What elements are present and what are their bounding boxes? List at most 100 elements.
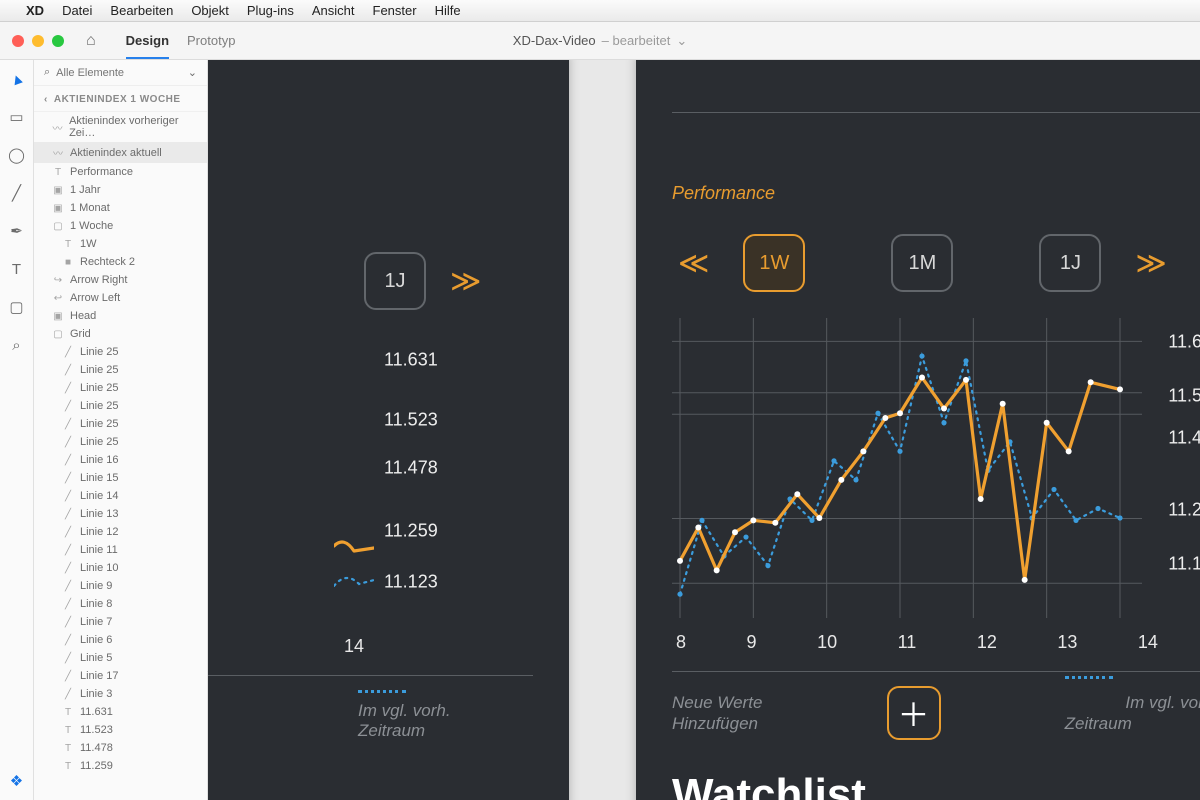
layer-item[interactable]: ╱Linie 25 bbox=[34, 343, 207, 361]
layer-item[interactable]: T11.523 bbox=[34, 721, 207, 739]
layer-item[interactable]: ╱Linie 14 bbox=[34, 487, 207, 505]
layer-item[interactable]: ╱Linie 6 bbox=[34, 631, 207, 649]
xtick: 14 bbox=[344, 636, 533, 657]
layer-item[interactable]: 〰Aktienindex vorheriger Zei… bbox=[34, 112, 207, 142]
chevron-right-icon[interactable]: ≫ bbox=[444, 260, 487, 303]
tab-prototyp[interactable]: Prototyp bbox=[187, 33, 235, 48]
layer-type-icon: ■ bbox=[62, 257, 74, 268]
layer-item[interactable]: ╱Linie 15 bbox=[34, 469, 207, 487]
legend-add: Neue WerteHinzufügen bbox=[672, 692, 762, 735]
chevron-left-icon[interactable]: ≪ bbox=[672, 242, 715, 285]
layer-item[interactable]: ▢Grid bbox=[34, 325, 207, 343]
window-controls[interactable] bbox=[12, 35, 64, 47]
layer-type-icon: T bbox=[62, 239, 74, 250]
menu-objekt[interactable]: Objekt bbox=[191, 3, 229, 18]
layer-label: Linie 16 bbox=[80, 454, 119, 466]
layer-type-icon: ╱ bbox=[62, 401, 74, 412]
layer-item[interactable]: T11.259 bbox=[34, 757, 207, 775]
layers-search[interactable]: ⌕ ⌄ bbox=[34, 60, 207, 86]
menu-bearbeiten[interactable]: Bearbeiten bbox=[110, 3, 173, 18]
layer-item[interactable]: ╱Linie 10 bbox=[34, 559, 207, 577]
layer-type-icon: ↪ bbox=[52, 275, 64, 286]
layer-item[interactable]: ╱Linie 17 bbox=[34, 667, 207, 685]
layer-label: Linie 8 bbox=[80, 598, 112, 610]
layer-item[interactable]: ╱ Linie 3 bbox=[34, 685, 207, 703]
layer-item[interactable]: ╱Linie 8 bbox=[34, 595, 207, 613]
layer-type-icon: ╱ bbox=[62, 563, 74, 574]
tool-select[interactable]: ▲ bbox=[5, 67, 28, 90]
layer-type-icon: ▢ bbox=[52, 329, 64, 340]
search-icon: ⌕ bbox=[44, 66, 50, 79]
layer-item[interactable]: ╱Linie 11 bbox=[34, 541, 207, 559]
layer-label: Linie 3 bbox=[80, 688, 112, 700]
layer-item[interactable]: ╱Linie 25 bbox=[34, 361, 207, 379]
seg-1m[interactable]: 1M bbox=[891, 234, 953, 292]
layer-type-icon: ╱ bbox=[62, 455, 74, 466]
layer-item[interactable]: T11.631 bbox=[34, 703, 207, 721]
tool-rect[interactable]: ▭ bbox=[8, 108, 26, 126]
layer-type-icon: ╱ bbox=[62, 689, 74, 700]
layer-item[interactable]: ╱Linie 9 bbox=[34, 577, 207, 595]
layer-item[interactable]: ╱Linie 25 bbox=[34, 379, 207, 397]
canvas[interactable]: 1J ≫ 11.631 11.523 11.478 11.259 11.123 … bbox=[208, 60, 1200, 800]
tool-pen[interactable]: ✒ bbox=[8, 222, 26, 240]
layer-item[interactable]: ▢1 Woche bbox=[34, 217, 207, 235]
layer-label: 11.631 bbox=[80, 706, 113, 718]
layer-item[interactable]: ▣Head bbox=[34, 307, 207, 325]
layer-item[interactable]: ↩Arrow Left bbox=[34, 289, 207, 307]
menu-plugins[interactable]: Plug-ins bbox=[247, 3, 294, 18]
layer-label: 1 Jahr bbox=[70, 184, 101, 196]
layer-item[interactable]: T1W bbox=[34, 235, 207, 253]
layer-item[interactable]: T11.478 bbox=[34, 739, 207, 757]
menu-hilfe[interactable]: Hilfe bbox=[435, 3, 461, 18]
back-icon[interactable]: ‹ bbox=[44, 94, 48, 105]
layer-item[interactable]: ╱Linie 13 bbox=[34, 505, 207, 523]
layers-panel: ⌕ ⌄ ‹ AKTIENINDEX 1 WOCHE 〰Aktienindex v… bbox=[34, 60, 208, 800]
tab-design[interactable]: Design bbox=[126, 33, 169, 48]
layer-label: Aktienindex aktuell bbox=[70, 147, 162, 159]
tool-zoom[interactable]: ⌕ bbox=[8, 336, 26, 354]
layer-label: Linie 9 bbox=[80, 580, 112, 592]
artboard-center[interactable]: Performance ≪ 1W 1M 1J ≫ 11.631 11.523 1… bbox=[636, 60, 1200, 800]
layer-label: 11.259 bbox=[80, 760, 113, 772]
layer-item[interactable]: ╱Linie 25 bbox=[34, 415, 207, 433]
menu-app[interactable]: XD bbox=[26, 3, 44, 18]
layer-item[interactable]: ╱Linie 25 bbox=[34, 433, 207, 451]
seg-1w[interactable]: 1W bbox=[743, 234, 805, 292]
menu-ansicht[interactable]: Ansicht bbox=[312, 3, 355, 18]
search-input[interactable] bbox=[56, 67, 182, 79]
add-button[interactable]: ＋ bbox=[887, 686, 941, 740]
chevron-right-icon[interactable]: ≫ bbox=[1129, 242, 1172, 285]
tool-ellipse[interactable]: ◯ bbox=[8, 146, 26, 164]
layer-item[interactable]: ■Rechteck 2 bbox=[34, 253, 207, 271]
layers-icon[interactable]: ❖ bbox=[8, 772, 26, 790]
layer-item[interactable]: ╱Linie 25 bbox=[34, 397, 207, 415]
tool-line[interactable]: ╱ bbox=[8, 184, 26, 202]
artboard-left[interactable]: 1J ≫ 11.631 11.523 11.478 11.259 11.123 … bbox=[208, 60, 569, 800]
home-icon[interactable]: ⌂ bbox=[86, 32, 96, 50]
layer-item[interactable]: TPerformance bbox=[34, 163, 207, 181]
menu-fenster[interactable]: Fenster bbox=[373, 3, 417, 18]
ytick: 11.123 bbox=[1168, 554, 1200, 575]
layer-item[interactable]: ▣1 Jahr bbox=[34, 181, 207, 199]
layer-item[interactable]: ╱ Linie 16 bbox=[34, 451, 207, 469]
ytick: 11.478 bbox=[384, 458, 438, 479]
mac-menubar: XD Datei Bearbeiten Objekt Plug-ins Ansi… bbox=[0, 0, 1200, 22]
chevron-down-icon[interactable]: ⌄ bbox=[188, 66, 197, 79]
tool-artboard[interactable]: ▢ bbox=[8, 298, 26, 316]
tool-text[interactable]: T bbox=[8, 260, 26, 278]
layer-item[interactable]: ↪Arrow Right bbox=[34, 271, 207, 289]
seg-1j[interactable]: 1J bbox=[1039, 234, 1101, 292]
menu-datei[interactable]: Datei bbox=[62, 3, 92, 18]
layer-label: Linie 6 bbox=[80, 634, 112, 646]
tool-column: ▲ ▭ ◯ ╱ ✒ T ▢ ⌕ ❖ bbox=[0, 60, 34, 800]
layer-item[interactable]: ▣1 Monat bbox=[34, 199, 207, 217]
layer-item[interactable]: 〰Aktienindex aktuell bbox=[34, 142, 207, 163]
layers-header[interactable]: ‹ AKTIENINDEX 1 WOCHE bbox=[34, 86, 207, 112]
performance-label: Performance bbox=[672, 183, 1200, 204]
layer-item[interactable]: ╱Linie 12 bbox=[34, 523, 207, 541]
seg-1j-left[interactable]: 1J bbox=[364, 252, 426, 310]
layer-item[interactable]: ╱Linie 7 bbox=[34, 613, 207, 631]
layer-item[interactable]: ╱Linie 5 bbox=[34, 649, 207, 667]
document-title[interactable]: XD-Dax-Video– bearbeitet⌄ bbox=[513, 33, 687, 49]
